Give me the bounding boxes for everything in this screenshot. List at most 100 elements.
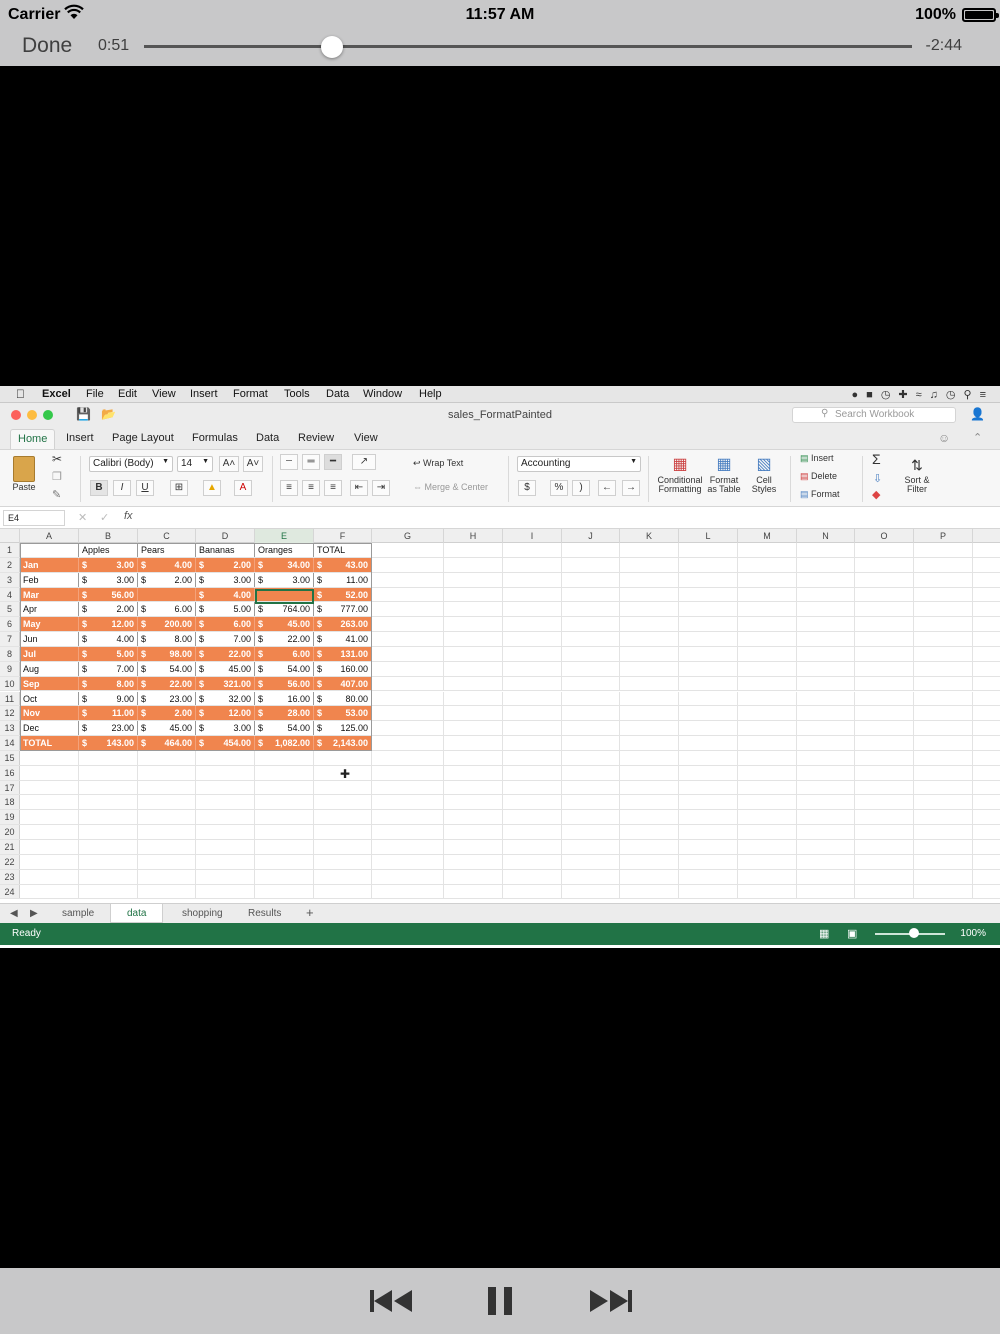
cell-p17[interactable] [914,780,973,795]
cell-e17[interactable] [255,780,314,795]
cell-e4[interactable] [255,587,314,602]
cell-k16[interactable] [620,765,679,780]
cell-o1[interactable] [855,543,914,557]
cell-i6[interactable] [503,617,562,632]
cell-k1[interactable] [620,543,679,557]
cell-d17[interactable] [196,780,255,795]
next-track-icon[interactable] [588,1286,632,1316]
cell-m13[interactable] [738,721,797,736]
cell-m23[interactable] [738,869,797,884]
cell-c9[interactable]: $54.00 [138,661,196,676]
cell-l22[interactable] [679,854,738,869]
cell-a2[interactable]: Jan [20,557,79,572]
cell-l8[interactable] [679,646,738,661]
cell-b4[interactable]: $56.00 [79,587,138,602]
cell-e15[interactable] [255,750,314,765]
cell-d13[interactable]: $3.00 [196,721,255,736]
wrap-text-button[interactable]: ↩ Wrap Text [413,458,463,469]
cell-a14[interactable]: TOTAL [20,736,79,750]
previous-track-icon[interactable] [370,1286,414,1316]
cell-k4[interactable] [620,587,679,602]
cell-k14[interactable] [620,736,679,750]
cell-l7[interactable] [679,632,738,646]
cell-l1[interactable] [679,543,738,557]
cell-j9[interactable] [562,661,620,676]
menu-edit[interactable]: Edit [118,388,137,400]
cell-j21[interactable] [562,840,620,854]
cell-i17[interactable] [503,780,562,795]
cell-k19[interactable] [620,810,679,825]
cell-e10[interactable]: $56.00 [255,676,314,691]
menu-help[interactable]: Help [419,388,442,400]
cell-c7[interactable]: $8.00 [138,632,196,646]
cell-f8[interactable]: $131.00 [314,646,372,661]
row-header[interactable]: 18 [0,795,20,810]
cell-l24[interactable] [679,884,738,899]
cell-m19[interactable] [738,810,797,825]
cell-o7[interactable] [855,632,914,646]
number-format-select[interactable]: Accounting ▼ [517,456,641,472]
sheet-tab-sample[interactable]: sample [62,908,94,919]
cell-a22[interactable] [20,854,79,869]
cell-d18[interactable] [196,795,255,810]
cell-b14[interactable]: $143.00 [79,736,138,750]
cell-f14[interactable]: $2,143.00 [314,736,372,750]
cell-c22[interactable] [138,854,196,869]
cell-p1[interactable] [914,543,973,557]
cell-d8[interactable]: $22.00 [196,646,255,661]
row-header[interactable]: 1 [0,543,20,557]
cell-k15[interactable] [620,750,679,765]
cell-m15[interactable] [738,750,797,765]
cell-a17[interactable] [20,780,79,795]
cell-h24[interactable] [444,884,503,899]
copy-icon[interactable]: ❐ [52,470,62,483]
cell-c11[interactable]: $23.00 [138,691,196,706]
cell-l18[interactable] [679,795,738,810]
tab-formulas[interactable]: Formulas [192,432,238,444]
cell-i15[interactable] [503,750,562,765]
cell-h18[interactable] [444,795,503,810]
smiley-feedback-icon[interactable]: ☺ [938,431,950,445]
cell-g6[interactable] [372,617,444,632]
cell-c19[interactable] [138,810,196,825]
cell-f3[interactable]: $11.00 [314,572,372,587]
cell-g1[interactable] [372,543,444,557]
cell-j23[interactable] [562,869,620,884]
cell-c1[interactable]: Pears [138,543,196,557]
cell-a9[interactable]: Aug [20,661,79,676]
column-header-n[interactable]: N [797,529,855,543]
cell-b16[interactable] [79,765,138,780]
cell-c21[interactable] [138,840,196,854]
cell-m18[interactable] [738,795,797,810]
cell-b19[interactable] [79,810,138,825]
cell-l10[interactable] [679,676,738,691]
cell-c20[interactable] [138,825,196,839]
cell-j17[interactable] [562,780,620,795]
cell-g23[interactable] [372,869,444,884]
formula-input[interactable] [142,510,988,526]
row-header[interactable]: 6 [0,617,20,632]
row-header[interactable]: 20 [0,825,20,839]
format-as-table-button[interactable]: ▦ Format as Table [706,454,742,494]
column-header-e[interactable]: E [255,529,314,543]
cell-e24[interactable] [255,884,314,899]
cell-i5[interactable] [503,602,562,617]
tab-view[interactable]: View [354,432,378,444]
cell-d3[interactable]: $3.00 [196,572,255,587]
cell-h22[interactable] [444,854,503,869]
currency-button[interactable]: $ [518,480,536,496]
cell-d9[interactable]: $45.00 [196,661,255,676]
share-icon[interactable]: 👤 [970,407,985,421]
cell-k20[interactable] [620,825,679,839]
cell-b11[interactable]: $9.00 [79,691,138,706]
insert-function-button[interactable]: fx [124,510,133,522]
align-top-icon[interactable]: ┄ [280,454,298,470]
percent-button[interactable]: % [550,480,568,496]
cell-styles-button[interactable]: ▧ Cell Styles [746,454,782,494]
cell-m16[interactable] [738,765,797,780]
cell-f13[interactable]: $125.00 [314,721,372,736]
cell-a18[interactable] [20,795,79,810]
cell-o16[interactable] [855,765,914,780]
cell-d20[interactable] [196,825,255,839]
cell-o13[interactable] [855,721,914,736]
